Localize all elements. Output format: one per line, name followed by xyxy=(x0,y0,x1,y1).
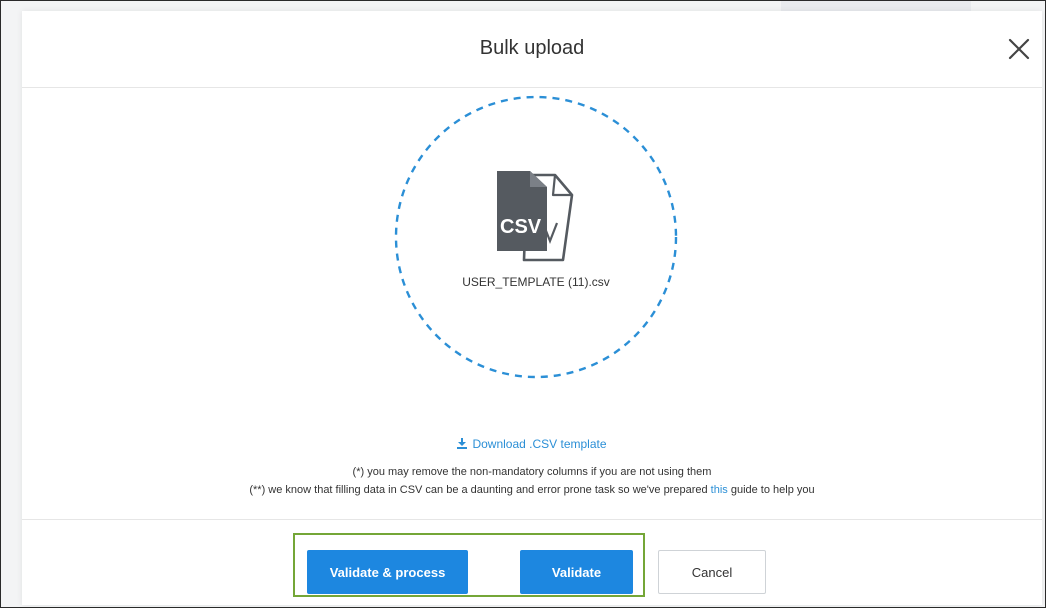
csv-file-icon: CSV xyxy=(497,171,574,262)
cancel-button[interactable]: Cancel xyxy=(658,550,766,594)
download-template-link[interactable]: Download .CSV template xyxy=(22,437,1042,451)
guide-note-suffix: guide to help you xyxy=(727,484,815,496)
guide-link[interactable]: this xyxy=(711,484,728,496)
background-strip xyxy=(781,1,971,11)
optional-columns-note: (*) you may remove the non-mandatory col… xyxy=(352,466,712,478)
uploaded-file-name: USER_TEMPLATE (11).csv xyxy=(462,275,610,289)
close-icon xyxy=(1008,38,1030,60)
bulk-upload-modal: Bulk upload CSV USER_TEMPLATE (11).csv D… xyxy=(22,11,1042,605)
modal-header: Bulk upload xyxy=(22,11,1042,88)
file-type-label: CSV xyxy=(500,216,542,238)
close-button[interactable] xyxy=(1004,35,1034,65)
guide-note-prefix: (**) we know that filling data in CSV ca… xyxy=(249,484,711,496)
guide-note: (**) we know that filling data in CSV ca… xyxy=(22,484,1042,496)
modal-footer: Validate & process Validate Cancel xyxy=(22,519,1042,606)
download-icon xyxy=(457,438,468,449)
screen-frame: Bulk upload CSV USER_TEMPLATE (11).csv D… xyxy=(0,0,1046,608)
validate-button[interactable]: Validate xyxy=(520,550,633,594)
download-template-label: Download .CSV template xyxy=(472,437,607,451)
validate-and-process-button[interactable]: Validate & process xyxy=(307,550,468,594)
modal-title: Bulk upload xyxy=(479,37,585,59)
